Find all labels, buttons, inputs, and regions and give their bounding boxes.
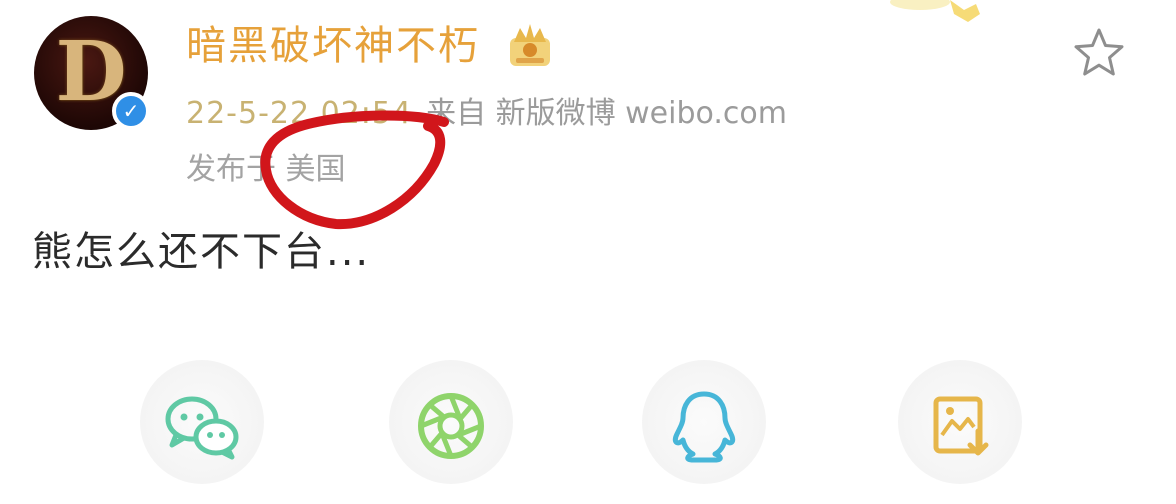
red-circle-annotation: [260, 110, 449, 230]
post-source[interactable]: 来自 新版微博 weibo.com: [426, 96, 787, 131]
crown-badge-icon[interactable]: [504, 20, 556, 70]
moments-icon: [418, 393, 484, 459]
wechat-icon: [165, 396, 239, 460]
author-name[interactable]: 暗黑破坏神不朽: [186, 22, 480, 70]
save-image-icon: [933, 396, 989, 456]
verified-badge-icon: ✓: [112, 92, 150, 130]
top-edge-decoration: [890, 0, 980, 22]
qq-icon: [672, 391, 736, 463]
share-qq-button[interactable]: [634, 356, 774, 496]
share-row: [0, 356, 1176, 496]
star-outline-icon[interactable]: [1072, 26, 1126, 80]
share-wechat-button[interactable]: [132, 356, 272, 496]
save-image-button[interactable]: [890, 356, 1030, 496]
share-moments-button[interactable]: [381, 356, 521, 496]
post-text: 熊怎么还不下台...: [32, 229, 371, 275]
